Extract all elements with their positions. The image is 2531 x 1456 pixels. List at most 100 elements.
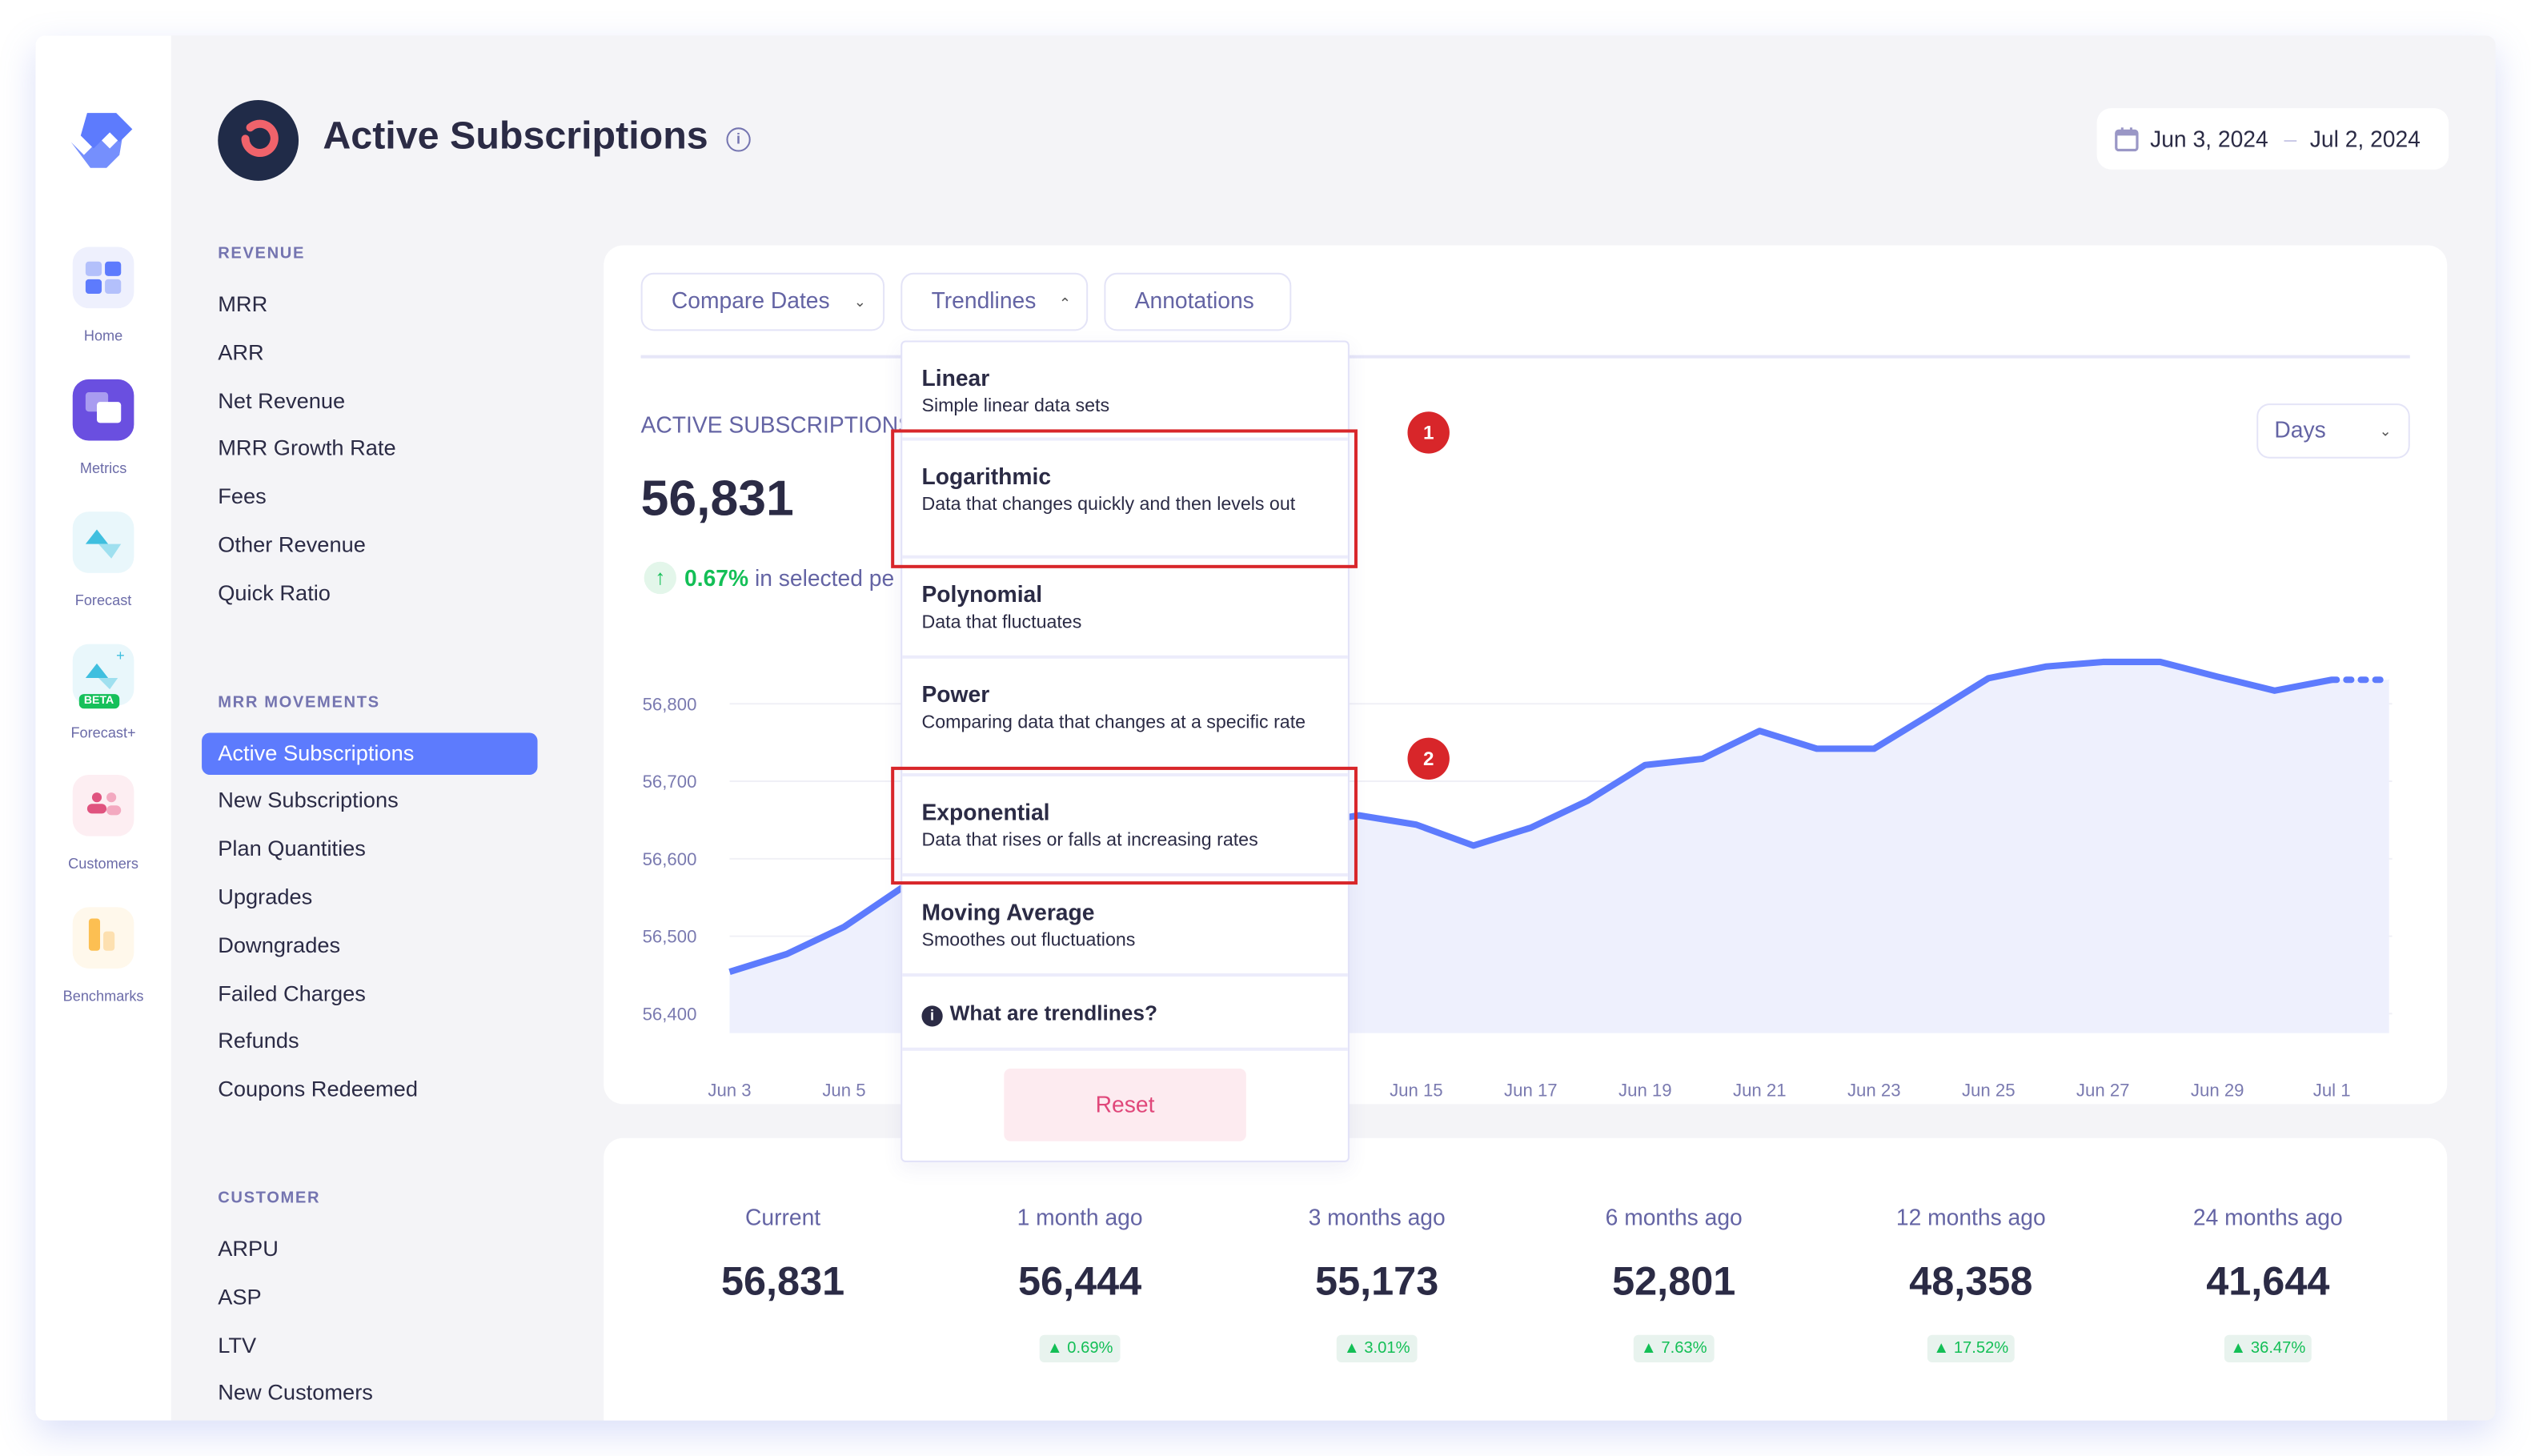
- x-tick-label: Jun 29: [2191, 1080, 2244, 1100]
- date-start: Jun 3, 2024: [2150, 108, 2268, 170]
- stat-change-value: 36.47%: [2251, 1340, 2305, 1358]
- option-title: Power: [921, 681, 1347, 707]
- x-tick-label: Jun 15: [1390, 1080, 1443, 1100]
- nav-item-arpu[interactable]: ARPU: [202, 1229, 537, 1270]
- icon-rail: Home Metrics Forecast + BETA Forecast+ C…: [35, 35, 170, 1420]
- stats-card: Current56,8311 month ago56,444▲ 0.69%3 m…: [604, 1138, 2447, 1421]
- date-range-picker[interactable]: Jun 3, 2024 – Jul 2, 2024: [2097, 108, 2449, 170]
- stat-value: 55,173: [1229, 1259, 1526, 1306]
- y-tick-label: 56,600: [643, 849, 697, 869]
- forecast-plus-icon: + BETA: [73, 644, 134, 706]
- stat-change: ▲ 3.01%: [1338, 1335, 1417, 1362]
- option-title: Linear: [921, 365, 1347, 391]
- stat-label: 1 month ago: [932, 1204, 1229, 1229]
- rail-item-forecast[interactable]: Forecast: [35, 511, 170, 608]
- x-tick-label: Jun 19: [1618, 1080, 1672, 1100]
- chart-card: Compare Dates⌄ Trendlines⌃ Annotations D…: [604, 246, 2447, 1105]
- grid-icon: [73, 247, 134, 309]
- nav-item-active-subscriptions[interactable]: Active Subscriptions: [202, 732, 537, 774]
- stat-value: 48,358: [1823, 1259, 2120, 1306]
- nav-item-fees[interactable]: Fees: [202, 476, 537, 518]
- nav-item-net-revenue[interactable]: Net Revenue: [202, 380, 537, 422]
- nav-heading: MRR MOVEMENTS: [218, 693, 379, 711]
- nav-item-failed-charges[interactable]: Failed Charges: [202, 973, 537, 1014]
- nav-item-mrr[interactable]: MRR: [202, 284, 537, 326]
- nav-item-new-customers[interactable]: New Customers: [202, 1373, 537, 1414]
- rail-item-forecast-plus[interactable]: + BETA Forecast+: [35, 644, 170, 741]
- customers-icon: [73, 775, 134, 836]
- y-tick-label: 56,500: [643, 927, 697, 947]
- x-tick-label: Jun 17: [1504, 1080, 1558, 1100]
- x-tick-label: Jun 27: [2076, 1080, 2130, 1100]
- nav-item-quick-ratio[interactable]: Quick Ratio: [202, 572, 537, 614]
- nav-item-plan-quantities[interactable]: Plan Quantities: [202, 828, 537, 870]
- reset-button[interactable]: Reset: [1004, 1069, 1245, 1141]
- stat-change: ▲ 7.63%: [1635, 1335, 1714, 1362]
- stat-value: 56,831: [635, 1259, 932, 1306]
- trendline-option-linear[interactable]: Linear Simple linear data sets: [902, 343, 1348, 441]
- nav-item-coupons-redeemed[interactable]: Coupons Redeemed: [202, 1069, 537, 1110]
- stat-change: ▲ 17.52%: [1927, 1335, 2015, 1362]
- option-description: Simple linear data sets: [921, 397, 1325, 416]
- rail-item-customers[interactable]: Customers: [35, 775, 170, 872]
- help-link[interactable]: i What are trendlines?: [902, 977, 1348, 1051]
- info-icon: i: [921, 1005, 942, 1026]
- nav-heading: REVENUE: [218, 246, 305, 263]
- option-description: Smoothes out fluctuations: [921, 932, 1325, 951]
- date-end: Jul 2, 2024: [2310, 108, 2421, 170]
- page-title: Active Subscriptions: [323, 114, 708, 159]
- stat-3: 6 months ago 52,801 ▲ 7.63%: [1526, 1138, 1823, 1362]
- option-description: Comparing data that changes at a specifi…: [921, 713, 1325, 732]
- stat-label: 12 months ago: [1823, 1204, 2120, 1229]
- y-tick-label: 56,400: [643, 1004, 697, 1024]
- nav-item-asp[interactable]: ASP: [202, 1277, 537, 1318]
- stat-change-value: 3.01%: [1364, 1340, 1410, 1358]
- rail-item-metrics[interactable]: Metrics: [35, 379, 170, 476]
- stat-label: 6 months ago: [1526, 1204, 1823, 1229]
- stat-1: 1 month ago56,444▲ 0.69%: [932, 1138, 1229, 1362]
- option-title: Moving Average: [921, 899, 1347, 925]
- calendar-icon: [2115, 126, 2139, 151]
- option-description: Data that fluctuates: [921, 613, 1325, 632]
- beta-badge: BETA: [79, 694, 119, 708]
- nav-item-refunds[interactable]: Refunds: [202, 1021, 537, 1062]
- nav-heading: CUSTOMER: [218, 1189, 320, 1207]
- stat-label: 3 months ago: [1229, 1204, 1526, 1229]
- subscriptions-logo-icon: [218, 100, 299, 181]
- info-icon[interactable]: i: [726, 127, 750, 151]
- nav-item-other-revenue[interactable]: Other Revenue: [202, 524, 537, 566]
- stat-value: 56,444: [932, 1259, 1229, 1306]
- highlight-box-2: [891, 767, 1358, 884]
- stat-label: Current: [635, 1204, 932, 1229]
- x-tick-label: Jul 1: [2313, 1080, 2351, 1100]
- benchmarks-icon: [73, 907, 134, 969]
- stat-change: ▲ 36.47%: [2224, 1335, 2312, 1362]
- forecast-icon: [73, 511, 134, 573]
- x-tick-label: Jun 25: [1962, 1080, 2016, 1100]
- trend-chart[interactable]: 56,40056,50056,60056,70056,800Jun 3Jun 5…: [604, 246, 2447, 1105]
- highlight-box-1: [891, 429, 1358, 568]
- y-tick-label: 56,800: [643, 694, 697, 714]
- nav-item-arr[interactable]: ARR: [202, 332, 537, 374]
- nav-item-downgrades[interactable]: Downgrades: [202, 925, 537, 966]
- rail-item-home[interactable]: Home: [35, 247, 170, 344]
- stat-label: 24 months ago: [2120, 1204, 2417, 1229]
- metrics-icon: [73, 379, 134, 441]
- nav-item-upgrades[interactable]: Upgrades: [202, 876, 537, 918]
- trendline-option-moving-average[interactable]: Moving Average Smoothes out fluctuations: [902, 876, 1348, 977]
- rail-item-benchmarks[interactable]: Benchmarks: [35, 907, 170, 1004]
- marker-badge-2: 2: [1407, 738, 1449, 780]
- trendline-option-power[interactable]: Power Comparing data that changes at a sp…: [902, 659, 1348, 776]
- stat-5: 24 months ago 41,644 ▲ 36.47%: [2120, 1138, 2417, 1362]
- x-tick-label: Jun 5: [822, 1080, 865, 1100]
- nav-item-mrr-growth-rate[interactable]: MRR Growth Rate: [202, 428, 537, 470]
- stat-change-value: 7.63%: [1661, 1340, 1707, 1358]
- nav-item-ltv[interactable]: LTV: [202, 1325, 537, 1366]
- x-tick-label: Jun 21: [1733, 1080, 1787, 1100]
- stat-2: 3 months ago 55,173 ▲ 3.01%: [1229, 1138, 1526, 1362]
- stat-value: 52,801: [1526, 1259, 1823, 1306]
- trendline-option-polynomial[interactable]: PolynomialData that fluctuates: [902, 559, 1348, 659]
- stat-value: 41,644: [2120, 1259, 2417, 1306]
- x-tick-label: Jun 23: [1847, 1080, 1901, 1100]
- nav-item-new-subscriptions[interactable]: New Subscriptions: [202, 780, 537, 822]
